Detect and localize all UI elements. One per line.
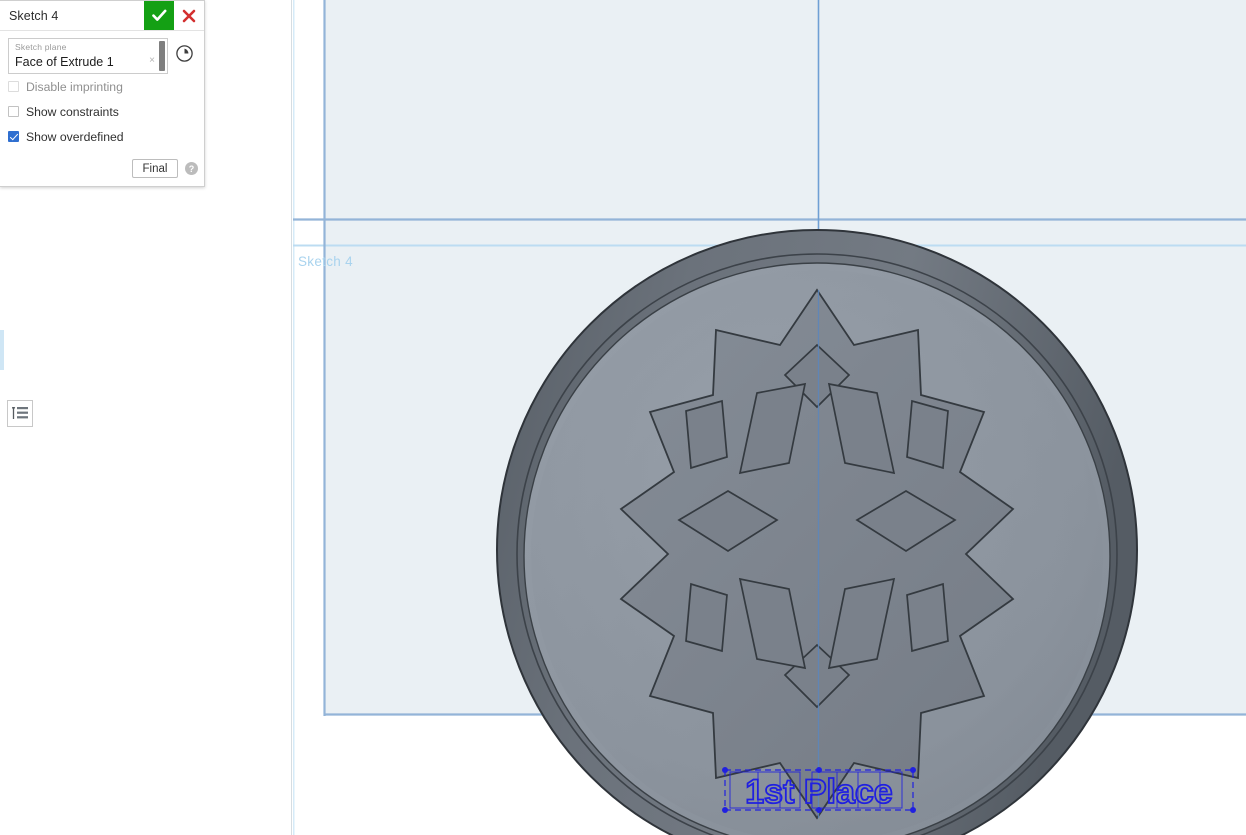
diamond-lower-left-outer [685, 582, 728, 653]
model-canvas: 1st Place [293, 0, 1246, 835]
sketch-dialog-titlebar: Sketch 4 [0, 1, 204, 31]
panel-edge-highlight [0, 330, 4, 370]
feature-list-icon [11, 406, 28, 419]
show-constraints-checkbox[interactable] [8, 106, 19, 117]
sketch-region-label: Sketch 4 [298, 254, 353, 269]
graphics-viewport[interactable]: 1st Place Sketch 4 [293, 0, 1246, 835]
option-show-overdefined[interactable]: Show overdefined [8, 124, 196, 149]
cancel-button[interactable] [174, 1, 204, 30]
medallion-part[interactable] [496, 229, 1138, 835]
diamond-upper-right-outer [906, 399, 949, 470]
sketch-dialog: Sketch 4 Sketch plane Face of Extrude 1 … [0, 0, 205, 187]
final-button[interactable]: Final [132, 159, 178, 178]
disable-imprinting-label: Disable imprinting [26, 79, 123, 94]
sketch-plane-value: Face of Extrude 1 [15, 55, 114, 69]
sketch-plane-scrollbar[interactable] [159, 41, 165, 71]
show-overdefined-label: Show overdefined [26, 129, 124, 144]
clear-selection-icon[interactable]: × [149, 56, 155, 66]
history-clock-icon-button[interactable] [172, 41, 196, 65]
sketch-plane-field[interactable]: Sketch plane Face of Extrude 1 × [8, 38, 168, 74]
feature-list-icon-button[interactable] [7, 400, 33, 427]
sketch-plane-row: Sketch plane Face of Extrude 1 × [8, 38, 196, 74]
diamond-lower-right-outer [906, 582, 949, 653]
onshape-sketch-screen: Sketch 4 Sketch plane Face of Extrude 1 … [0, 0, 1246, 835]
show-constraints-label: Show constraints [26, 104, 119, 119]
show-overdefined-checkbox[interactable] [8, 131, 19, 142]
diamond-upper-left-outer [685, 399, 728, 470]
sketch-dialog-body: Sketch plane Face of Extrude 1 × Disable… [0, 31, 204, 153]
help-icon[interactable]: ? [185, 162, 198, 175]
option-show-constraints[interactable]: Show constraints [8, 99, 196, 124]
check-icon [151, 9, 166, 21]
sketch-dialog-title: Sketch 4 [9, 8, 59, 23]
option-disable-imprinting[interactable]: Disable imprinting [8, 74, 196, 99]
history-clock-icon [175, 44, 193, 62]
disable-imprinting-checkbox[interactable] [8, 81, 19, 92]
accept-button[interactable] [144, 1, 174, 30]
sketch-dialog-footer: Final ? [0, 153, 204, 186]
sketch-plane-label: Sketch plane [15, 42, 67, 52]
close-icon [182, 9, 196, 22]
sketch-text-value: 1st Place [745, 773, 892, 811]
sketch-text-entity[interactable]: 1st Place [722, 767, 916, 813]
